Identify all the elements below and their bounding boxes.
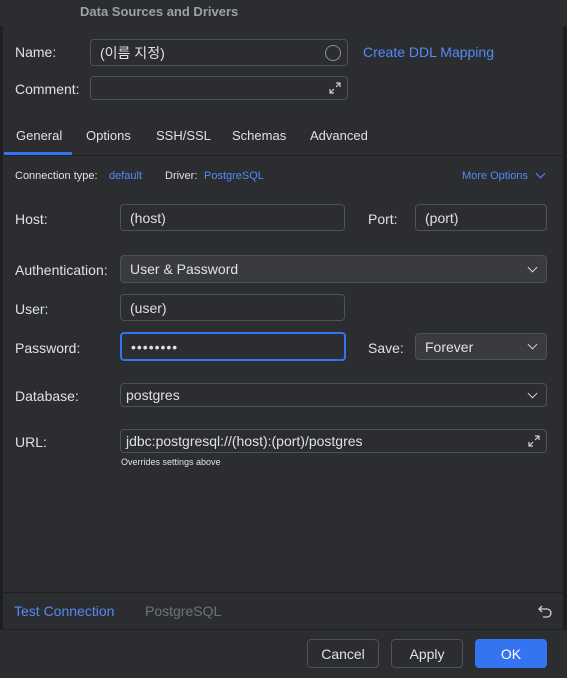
name-label: Name: — [15, 44, 57, 60]
test-connection-link[interactable]: Test Connection — [14, 603, 114, 619]
save-select[interactable]: Forever — [415, 333, 547, 360]
color-picker-icon[interactable] — [325, 45, 341, 61]
database-value: postgres — [126, 387, 180, 403]
tab-schemas[interactable]: Schemas — [232, 128, 286, 143]
expand-icon[interactable] — [527, 434, 541, 448]
port-input[interactable]: (port) — [415, 204, 547, 231]
driver-link[interactable]: PostgreSQL — [204, 170, 264, 182]
host-input[interactable]: (host) — [120, 204, 345, 231]
host-label: Host: — [15, 211, 48, 227]
database-label: Database: — [15, 388, 79, 404]
tab-separator — [3, 155, 563, 156]
revert-icon[interactable] — [537, 603, 553, 619]
driver-status: PostgreSQL — [145, 603, 222, 619]
tab-general[interactable]: General — [16, 128, 62, 143]
title-bar: Data Sources and Drivers — [0, 0, 567, 26]
chevron-down-icon — [527, 339, 538, 350]
tab-advanced[interactable]: Advanced — [310, 128, 368, 143]
authentication-select[interactable]: User & Password — [120, 255, 547, 283]
chevron-down-icon — [535, 168, 546, 179]
create-ddl-mapping-link[interactable]: Create DDL Mapping — [363, 44, 494, 60]
driver-label: Driver: — [165, 170, 198, 182]
save-value: Forever — [425, 338, 474, 355]
url-input[interactable]: jdbc:postgresql://(host):(port)/postgres — [120, 429, 547, 453]
ok-button[interactable]: OK — [475, 639, 547, 668]
connection-type-link[interactable]: default — [109, 170, 142, 182]
user-label: User: — [15, 301, 49, 317]
host-value: (host) — [130, 209, 166, 226]
more-options-link[interactable]: More Options — [462, 170, 528, 182]
name-value: (이름 지정) — [100, 44, 165, 61]
tab-options[interactable]: Options — [86, 128, 131, 143]
url-hint: Overrides settings above — [121, 457, 221, 467]
bottom-bar: Test Connection PostgreSQL — [3, 592, 563, 629]
window-title: Data Sources and Drivers — [80, 4, 239, 19]
authentication-value: User & Password — [130, 261, 239, 277]
save-label: Save: — [368, 340, 404, 356]
connection-type-label: Connection type: — [15, 170, 98, 182]
left-edge — [0, 0, 3, 678]
port-label: Port: — [368, 211, 398, 227]
database-input[interactable]: postgres — [120, 383, 547, 407]
comment-input[interactable] — [90, 76, 348, 100]
url-value: jdbc:postgresql://(host):(port)/postgres — [126, 433, 363, 449]
right-edge — [563, 0, 567, 678]
port-value: (port) — [425, 209, 459, 226]
dialog-window: Data Sources and Drivers Name: (이름 지정) C… — [0, 0, 567, 678]
user-value: (user) — [130, 299, 167, 316]
url-label: URL: — [15, 434, 47, 450]
user-input[interactable]: (user) — [120, 294, 345, 321]
comment-label: Comment: — [15, 81, 80, 97]
password-label: Password: — [15, 340, 81, 356]
chevron-down-icon — [527, 262, 538, 273]
password-value: •••••••• — [131, 338, 179, 355]
cancel-button[interactable]: Cancel — [307, 639, 379, 668]
apply-button[interactable]: Apply — [391, 639, 463, 668]
name-input[interactable]: (이름 지정) — [90, 39, 348, 66]
authentication-label: Authentication: — [15, 262, 108, 278]
password-input[interactable]: •••••••• — [120, 332, 346, 361]
expand-icon[interactable] — [328, 81, 342, 95]
chevron-down-icon — [527, 388, 538, 399]
tab-ssh-ssl[interactable]: SSH/SSL — [156, 128, 211, 143]
